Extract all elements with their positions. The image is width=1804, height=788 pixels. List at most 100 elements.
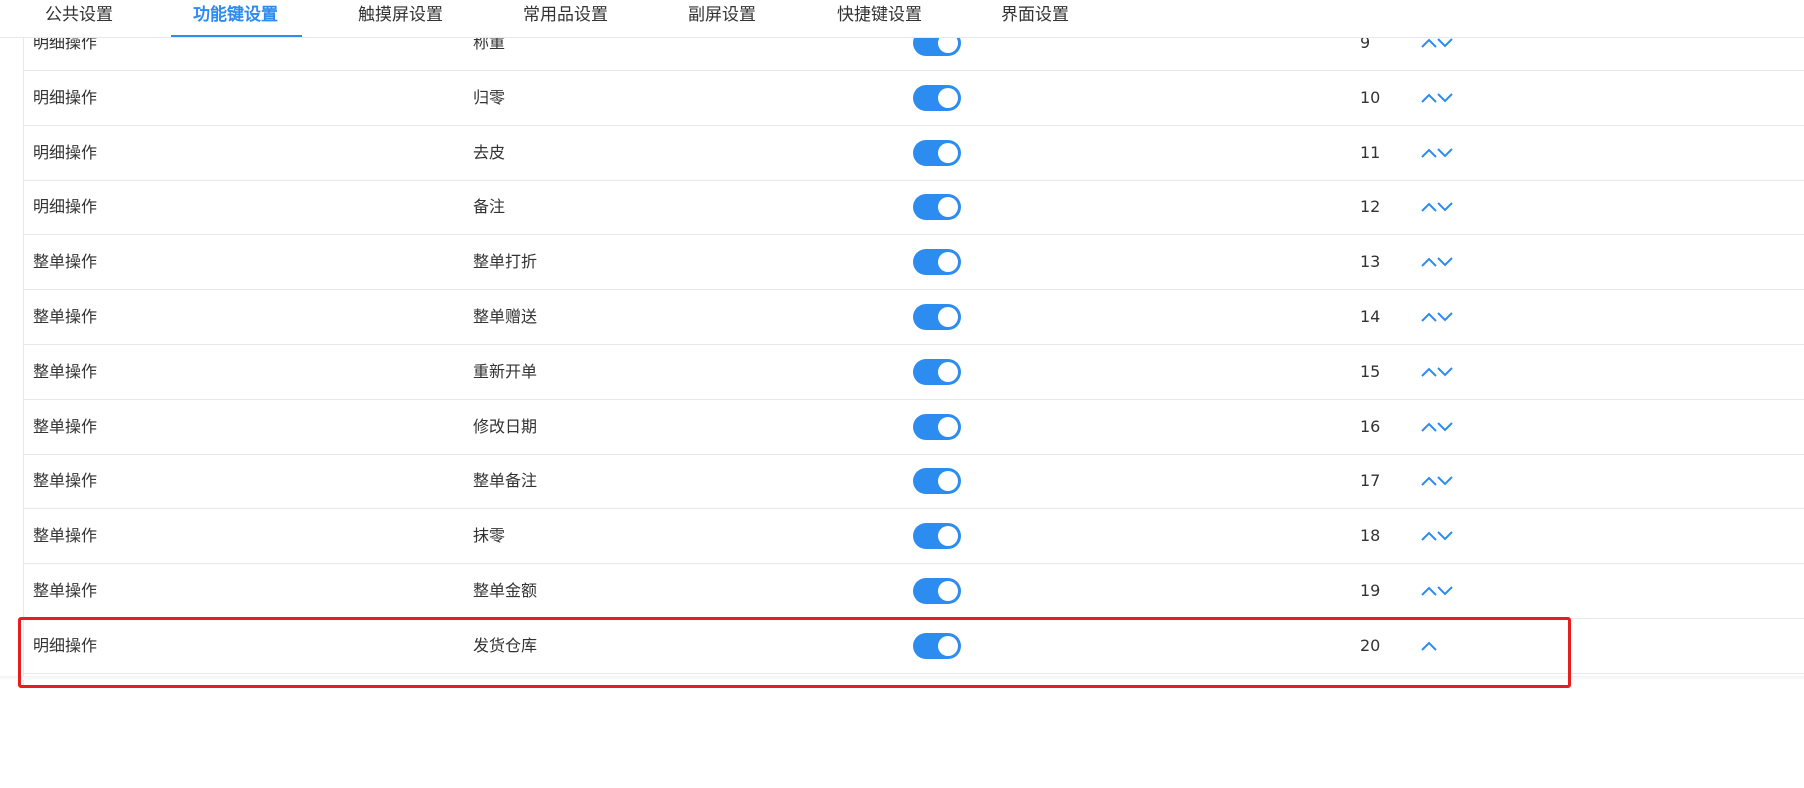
reorder-controls (1421, 638, 1437, 654)
function-key-name: 发货仓库 (473, 635, 538, 655)
sort-order-value: 10 (1360, 87, 1381, 107)
reorder-controls (1421, 419, 1453, 435)
reorder-controls (1421, 199, 1453, 215)
reorder-controls (1421, 473, 1453, 489)
move-up-icon[interactable] (1421, 473, 1437, 487)
toggle-knob (938, 197, 958, 218)
move-down-icon[interactable] (1437, 145, 1453, 159)
move-down-icon[interactable] (1437, 90, 1453, 104)
reorder-controls (1421, 583, 1453, 599)
toggle-knob (938, 526, 958, 547)
function-key-name: 去皮 (473, 142, 506, 162)
function-key-name: 整单赠送 (473, 307, 538, 326)
tab-function-key-settings[interactable]: 功能键设置 (193, 0, 278, 30)
enable-toggle[interactable] (913, 249, 961, 276)
toggle-knob (938, 307, 958, 327)
operation-category: 整单操作 (33, 471, 98, 491)
operation-category: 明细操作 (33, 197, 98, 217)
sort-order-value: 17 (1360, 471, 1381, 491)
sort-order-value: 19 (1360, 581, 1381, 600)
move-up-icon[interactable] (1421, 419, 1437, 433)
sort-order-value: 18 (1360, 526, 1381, 546)
tab-touchscreen-settings[interactable]: 触摸屏设置 (358, 0, 443, 30)
move-down-icon[interactable] (1437, 528, 1453, 542)
function-key-name: 整单备注 (473, 471, 538, 491)
reorder-controls (1421, 90, 1453, 106)
function-key-name: 抹零 (473, 526, 506, 546)
enable-toggle[interactable] (913, 413, 961, 440)
move-up-icon[interactable] (1421, 145, 1437, 159)
toggle-knob (938, 87, 958, 108)
function-key-name: 重新开单 (473, 361, 538, 381)
enable-toggle[interactable] (913, 358, 961, 385)
sort-order-value: 15 (1360, 361, 1381, 381)
tab-shortcut-settings[interactable]: 快捷键设置 (837, 0, 922, 30)
sort-order-value: 12 (1360, 197, 1381, 217)
tab-common-settings[interactable]: 公共设置 (45, 0, 113, 30)
sort-order-value: 13 (1360, 252, 1381, 272)
move-up-icon[interactable] (1421, 199, 1437, 213)
move-down-icon[interactable] (1437, 583, 1453, 597)
function-key-name: 修改日期 (473, 416, 538, 436)
operation-category: 整单操作 (33, 252, 98, 272)
table-row: 明细操作 去皮 11 (24, 126, 1804, 181)
table-row: 整单操作 抹零 18 (24, 509, 1804, 565)
table-row: 整单操作 整单打折 13 (24, 235, 1804, 291)
table-row: 整单操作 整单备注 17 (24, 454, 1804, 510)
toggle-knob (938, 416, 958, 437)
move-down-icon[interactable] (1437, 419, 1453, 433)
operation-category: 整单操作 (33, 581, 98, 600)
move-down-icon[interactable] (1437, 473, 1453, 487)
move-up-icon[interactable] (1421, 309, 1437, 323)
enable-toggle[interactable] (913, 468, 961, 495)
table-row: 明细操作 归零 10 (24, 71, 1804, 126)
tab-common-items-settings[interactable]: 常用品设置 (523, 0, 608, 30)
tab-secondary-screen-settings[interactable]: 副屏设置 (688, 0, 756, 30)
move-up-icon[interactable] (1421, 90, 1437, 104)
tab-interface-settings[interactable]: 界面设置 (1001, 0, 1069, 30)
function-key-name: 整单打折 (473, 252, 538, 272)
function-key-table: 明细操作 称重 9 明细操作 归零 10 明细操作 去皮 11 明细操作 备注 12 整单操作 整单打折 1… (23, 16, 1804, 688)
toggle-knob (938, 471, 958, 492)
move-down-icon[interactable] (1437, 199, 1453, 213)
reorder-controls (1421, 254, 1453, 270)
table-row: 整单操作 重新开单 15 (24, 345, 1804, 400)
table-row: 明细操作 备注 12 (24, 180, 1804, 236)
table-row: 整单操作 整单金额 19 (24, 564, 1804, 619)
move-up-icon[interactable] (1421, 528, 1437, 542)
enable-toggle[interactable] (913, 304, 961, 330)
enable-toggle[interactable] (913, 139, 961, 166)
move-up-icon[interactable] (1421, 254, 1437, 268)
operation-category: 整单操作 (33, 361, 98, 381)
reorder-controls (1421, 364, 1453, 380)
operation-category: 整单操作 (33, 526, 98, 546)
reorder-controls (1421, 145, 1453, 161)
sort-order-value: 14 (1360, 307, 1381, 326)
operation-category: 明细操作 (33, 142, 98, 162)
operation-category: 整单操作 (33, 416, 98, 436)
move-up-icon[interactable] (1421, 638, 1437, 652)
move-down-icon[interactable] (1437, 364, 1453, 378)
operation-category: 整单操作 (33, 307, 98, 326)
toggle-knob (938, 142, 958, 163)
reorder-controls (1421, 309, 1453, 325)
active-tab-indicator (171, 35, 302, 37)
enable-toggle[interactable] (913, 632, 961, 659)
move-down-icon[interactable] (1437, 254, 1453, 268)
toggle-knob (938, 581, 958, 601)
sort-order-value: 11 (1360, 142, 1381, 162)
enable-toggle[interactable] (913, 194, 961, 221)
move-up-icon[interactable] (1421, 364, 1437, 378)
sort-order-value: 20 (1360, 635, 1381, 655)
function-key-name: 备注 (473, 197, 506, 217)
reorder-controls (1421, 528, 1453, 544)
enable-toggle[interactable] (913, 523, 961, 550)
sort-order-value: 16 (1360, 416, 1381, 436)
enable-toggle[interactable] (913, 84, 961, 111)
operation-category: 明细操作 (33, 87, 98, 107)
move-down-icon[interactable] (1437, 309, 1453, 323)
move-up-icon[interactable] (1421, 583, 1437, 597)
table-bottom-shadow (0, 676, 1804, 680)
table-row: 明细操作 发货仓库 20 (24, 619, 1804, 674)
enable-toggle[interactable] (913, 578, 961, 604)
